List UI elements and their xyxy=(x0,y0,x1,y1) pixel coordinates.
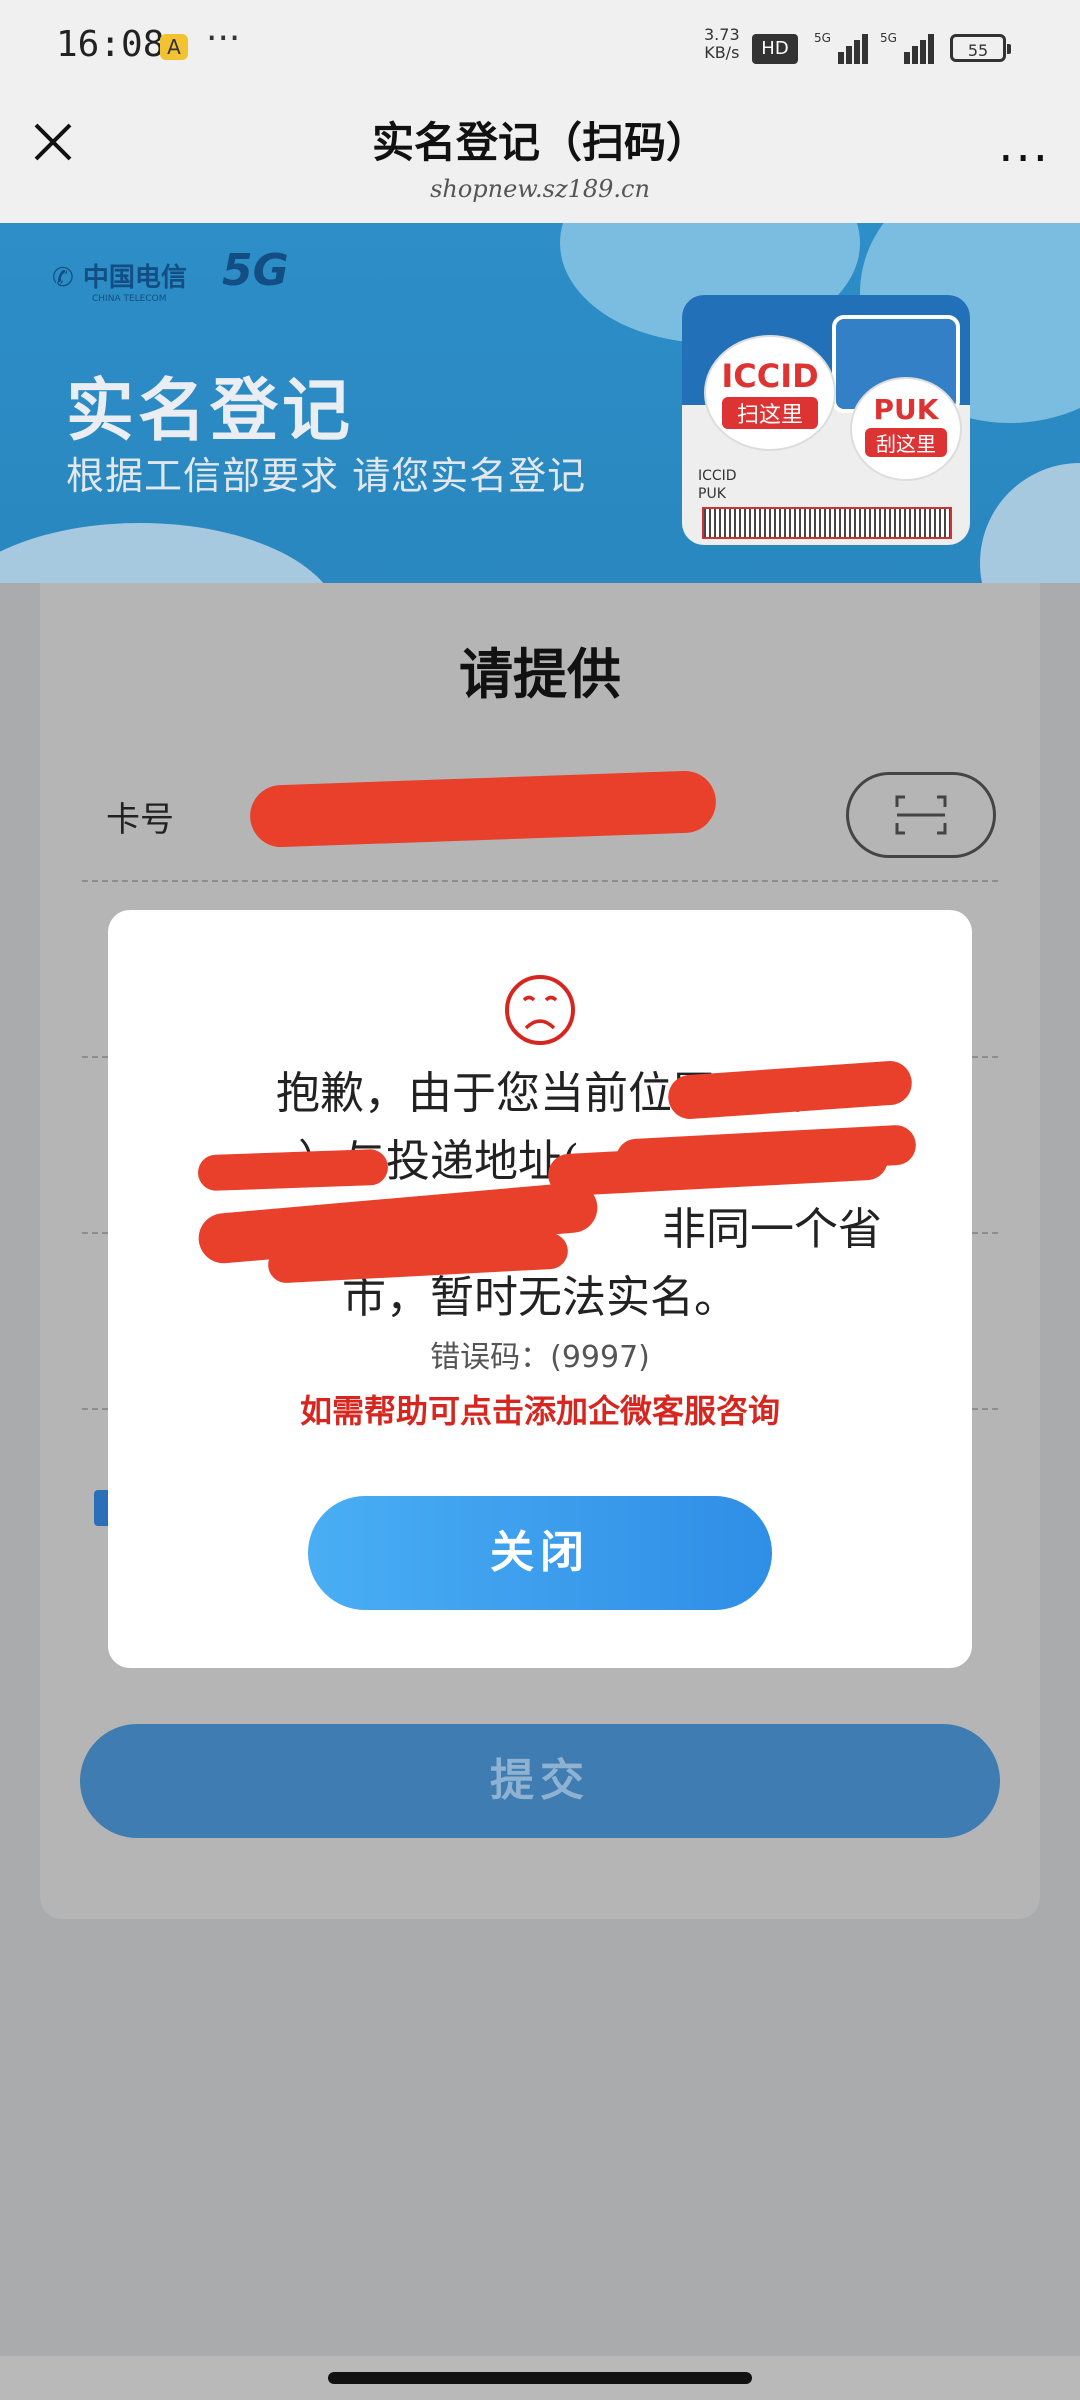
puk-bubble: PUK 刮这里 xyxy=(850,377,962,481)
error-dialog: 抱歉，由于您当前位置（山 ）与投递地址( 非同一个省 市，暂时无法实名。 错误码… xyxy=(108,910,972,1668)
sad-face-icon xyxy=(505,975,575,1045)
scan-icon xyxy=(895,795,947,835)
submit-button[interactable]: 提交 xyxy=(80,1724,1000,1838)
banner-subtitle: 根据工信部要求 请您实名登记 xyxy=(66,454,587,498)
network-speed: 3.73 KB/s xyxy=(704,25,740,62)
signal-2-label: 5G xyxy=(880,31,897,45)
redaction-mark xyxy=(197,1148,389,1192)
scan-button[interactable] xyxy=(846,772,996,858)
brand-5g: 5G xyxy=(222,245,289,296)
barcode-icon xyxy=(702,507,952,539)
help-link[interactable]: 如需帮助可点击添加企微客服咨询 xyxy=(108,1386,972,1432)
error-code: 错误码：(9997) xyxy=(430,1340,650,1375)
brand-logo: ✆ 中国电信 CHINA TELECOM xyxy=(52,263,187,304)
home-indicator[interactable] xyxy=(328,2372,752,2384)
banner-title: 实名登记 xyxy=(66,372,355,451)
status-time: 16:08 xyxy=(56,24,165,65)
hd-icon: HD xyxy=(752,34,798,64)
card-number-label: 卡号 xyxy=(106,800,174,840)
status-bar: 16:08 A ··· 3.73 KB/s HD 5G 5G 55 xyxy=(0,0,1080,95)
browser-navbar: 实名登记（扫码） shopnew.sz189.cn ··· xyxy=(0,95,1080,223)
form-heading: 请提供 xyxy=(459,643,621,706)
hero-banner: ✆ 中国电信 CHINA TELECOM 5G 实名登记 根据工信部要求 请您实… xyxy=(0,223,1080,583)
more-menu-icon[interactable]: ··· xyxy=(998,131,1050,187)
page-title: 实名登记（扫码） xyxy=(371,118,708,167)
signal-1-label: 5G xyxy=(814,31,831,45)
app-notification-icon: A xyxy=(160,34,188,60)
divider xyxy=(82,880,998,882)
battery-icon: 55 xyxy=(950,34,1011,62)
page-url: shopnew.sz189.cn xyxy=(430,175,650,203)
sim-card-illustration: ICCID 扫这里 PUK 刮这里 ICCID PUK xyxy=(682,295,970,545)
signal-1-icon: 5G xyxy=(814,31,868,64)
signal-2-icon: 5G xyxy=(880,31,934,64)
close-button[interactable]: 关闭 xyxy=(308,1496,772,1610)
iccid-bubble: ICCID 扫这里 xyxy=(704,335,836,451)
telecom-logo-icon: ✆ xyxy=(52,263,83,293)
sim-labels: ICCID PUK xyxy=(698,468,737,502)
more-notifications-icon: ··· xyxy=(206,18,241,59)
